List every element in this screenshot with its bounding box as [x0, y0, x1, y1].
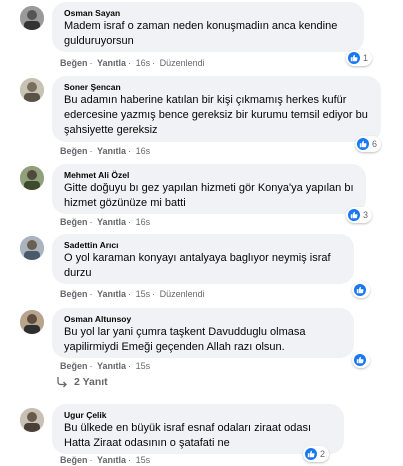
comment-text: Bu adamın haberine katılan bir kişi çıkm… [64, 94, 368, 136]
like-button[interactable]: Beğen [60, 289, 88, 299]
comment-bubble: Ugur Çelik Bu ülkede en büyük israf esna… [52, 404, 344, 454]
comment-bubble: Sadettin Arıcı O yol karaman konyayı ant… [52, 234, 354, 284]
thumbs-up-icon [348, 52, 360, 64]
reaction-count[interactable] [352, 352, 370, 368]
comment-actions: Beğen · Yanıtla · 16s [60, 217, 151, 227]
thumbs-up-icon [354, 284, 366, 296]
comment-actions: Beğen · Yanıtla · 15s [60, 361, 151, 371]
like-button[interactable]: Beğen [60, 146, 88, 156]
comment-bubble: Osman Altunsoy Bu yol lar yani çumra taş… [52, 308, 354, 358]
comment-text: O yol karaman konyayı antalyaya baglıyor… [64, 252, 331, 279]
thumbs-up-icon [354, 354, 366, 366]
reaction-number: 2 [320, 449, 326, 459]
reaction-number: 3 [363, 210, 369, 220]
comment-actions: Beğen · Yanıtla · 15s [60, 455, 151, 465]
comment-text: Madem israf o zaman neden konuşmadiın an… [64, 20, 338, 47]
comment-time[interactable]: 16s [136, 146, 151, 156]
reaction-number: 6 [372, 139, 378, 149]
comment-author[interactable]: Osman Altunsoy [64, 314, 342, 325]
comment-text: Gitte doğuyu bı gez yapılan hizmeti gör … [64, 182, 354, 209]
comment-actions: Beğen · Yanıtla · 16s [60, 146, 151, 156]
view-replies-link[interactable]: 2 Yanıt [56, 376, 108, 388]
comment-text: Bu ülkede en büyük israf esnaf odaları z… [64, 422, 312, 449]
edited-label: Düzenlendi [159, 58, 205, 68]
comment-bubble: Osman Sayan Madem israf o zaman neden ko… [52, 2, 364, 52]
reply-button[interactable]: Yanıtla [97, 289, 126, 299]
comment-author[interactable]: Osman Sayan [64, 8, 352, 19]
like-button[interactable]: Beğen [60, 217, 88, 227]
like-button[interactable]: Beğen [60, 58, 88, 68]
comment-text: Bu yol lar yani çumra taşkent Davudduglu… [64, 326, 306, 353]
like-button[interactable]: Beğen [60, 361, 88, 371]
reaction-count[interactable]: 1 [346, 50, 373, 66]
reply-arrow-icon [57, 377, 67, 388]
comment-time[interactable]: 15s [136, 361, 151, 371]
comment-time[interactable]: 16s [136, 217, 151, 227]
comment-author[interactable]: Mehmet Ali Özel [64, 170, 354, 181]
avatar[interactable] [20, 166, 44, 190]
reaction-count[interactable] [352, 282, 370, 298]
thumbs-up-icon [357, 138, 369, 150]
like-button[interactable]: Beğen [60, 455, 88, 465]
replies-count-label: 2 Yanıt [74, 376, 108, 388]
comment-bubble: Mehmet Ali Özel Gitte doğuyu bı gez yapı… [52, 164, 366, 214]
avatar[interactable] [20, 78, 44, 102]
comment-bubble: Soner Şencan Bu adamın haberine katılan … [52, 76, 381, 142]
reply-button[interactable]: Yanıtla [97, 361, 126, 371]
avatar[interactable] [20, 6, 44, 30]
comment-time[interactable]: 15s [136, 455, 151, 465]
comment-actions: Beğen · Yanıtla · 16s · Düzenlendi [60, 58, 205, 68]
avatar[interactable] [20, 408, 44, 432]
comment-author[interactable]: Sadettin Arıcı [64, 240, 342, 251]
comment-actions: Beğen · Yanıtla · 15s · Düzenlendi [60, 289, 205, 299]
reply-button[interactable]: Yanıtla [97, 455, 126, 465]
thumbs-up-icon [305, 448, 317, 460]
avatar[interactable] [20, 310, 44, 334]
reaction-count[interactable]: 3 [346, 207, 373, 223]
reaction-count[interactable]: 2 [303, 446, 330, 462]
comment-author[interactable]: Soner Şencan [64, 82, 369, 93]
thumbs-up-icon [348, 209, 360, 221]
reaction-number: 1 [363, 53, 369, 63]
reply-button[interactable]: Yanıtla [97, 58, 126, 68]
avatar[interactable] [20, 236, 44, 260]
comment-time[interactable]: 16s [136, 58, 151, 68]
comment-time[interactable]: 15s [136, 289, 151, 299]
comment-author[interactable]: Ugur Çelik [64, 410, 332, 421]
reaction-count[interactable]: 6 [355, 136, 382, 152]
reply-button[interactable]: Yanıtla [97, 217, 126, 227]
reply-button[interactable]: Yanıtla [97, 146, 126, 156]
edited-label: Düzenlendi [159, 289, 205, 299]
